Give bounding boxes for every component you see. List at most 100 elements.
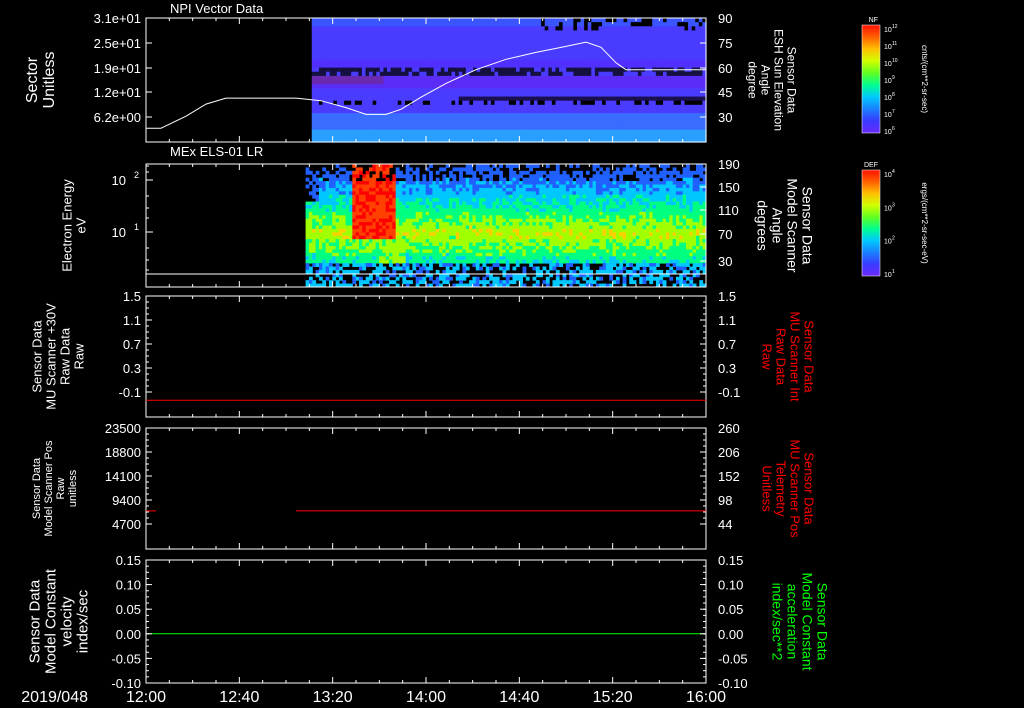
- heat-cell: [445, 263, 450, 267]
- heat-cell: [449, 232, 453, 237]
- heat-cell: [333, 30, 338, 36]
- heat-cell: [312, 177, 317, 182]
- heat-cell: [318, 34, 324, 40]
- heat-cell: [666, 92, 671, 98]
- heat-cell: [659, 108, 664, 114]
- heat-cell: [328, 198, 333, 203]
- heat-cell: [308, 242, 313, 247]
- heat-cell: [482, 215, 487, 220]
- heat-cell: [519, 38, 524, 44]
- heat-cell: [439, 191, 443, 196]
- heat-cell: [361, 67, 367, 73]
- heat-cell: [469, 252, 473, 257]
- heat-cell: [533, 125, 539, 131]
- heat-cell: [605, 71, 610, 77]
- heat-cell: [630, 88, 635, 93]
- heat-cell: [430, 30, 435, 36]
- heat-cell: [483, 26, 488, 31]
- heat-cell: [392, 249, 397, 254]
- heat-cell: [395, 232, 400, 237]
- heat-cell: [372, 198, 377, 203]
- heat-cell: [459, 194, 463, 199]
- heat-cell: [305, 167, 310, 172]
- heat-cell: [637, 80, 643, 85]
- heat-cell: [362, 218, 367, 223]
- heat-cell: [348, 181, 353, 185]
- heat-cell: [602, 125, 607, 131]
- heat-cell: [352, 263, 357, 267]
- heat-cell: [587, 51, 592, 56]
- heat-cell: [598, 59, 603, 65]
- heat-cell: [390, 42, 395, 48]
- heat-cell: [598, 84, 603, 89]
- heat-cell: [695, 42, 700, 48]
- heat-cell: [637, 113, 643, 118]
- heat-cell: [333, 51, 338, 56]
- heat-cell: [695, 34, 700, 40]
- heat-cell: [442, 235, 447, 240]
- heat-cell: [351, 51, 356, 56]
- heat-cell: [544, 55, 549, 60]
- heat-cell: [526, 100, 531, 106]
- heat-cell: [530, 108, 535, 114]
- heat-cell: [432, 198, 437, 203]
- heat-cell: [479, 187, 483, 192]
- heat-cell: [473, 34, 478, 40]
- heat-cell: [645, 100, 650, 106]
- heat-cell: [569, 100, 574, 106]
- heat-cell: [494, 51, 499, 56]
- heat-cell: [573, 96, 578, 102]
- heat-cell: [555, 104, 560, 110]
- heat-cell: [329, 133, 334, 139]
- heat-cell: [444, 104, 449, 110]
- heat-cell: [455, 100, 460, 106]
- heat-cell: [612, 129, 617, 135]
- heat-cell: [415, 201, 420, 206]
- heat-cell: [569, 18, 574, 23]
- heat-cell: [559, 104, 564, 110]
- heat-cell: [340, 108, 345, 114]
- heat-cell: [340, 67, 345, 73]
- heat-cell: [325, 266, 330, 271]
- heat-cell: [322, 228, 327, 233]
- heat-cell: [598, 22, 603, 27]
- heat-cell: [479, 167, 483, 172]
- heat-cell: [354, 80, 359, 85]
- heat-cell: [312, 252, 317, 257]
- heat-cell: [308, 181, 313, 185]
- heat-cell: [523, 46, 528, 52]
- heat-cell: [358, 113, 363, 118]
- heat-cell: [412, 242, 417, 247]
- heat-cell: [395, 256, 400, 261]
- heat-cell: [688, 18, 693, 23]
- heat-cell: [541, 129, 546, 135]
- heat-cell: [369, 34, 374, 40]
- heat-cell: [548, 117, 553, 122]
- heat-cell: [519, 133, 524, 139]
- heat-cell: [698, 59, 704, 65]
- heat-cell: [673, 26, 678, 31]
- heat-cell: [422, 187, 427, 192]
- heat-cell: [362, 256, 367, 261]
- heat-cell: [433, 34, 438, 40]
- heat-cell: [433, 75, 438, 81]
- heat-cell: [652, 113, 657, 118]
- heat-cell: [688, 125, 693, 131]
- heat-cell: [422, 113, 428, 118]
- heat-cell: [652, 26, 657, 31]
- heat-cell: [442, 187, 447, 192]
- heat-cell: [375, 170, 380, 175]
- heat-cell: [684, 42, 689, 48]
- heat-cell: [475, 181, 480, 185]
- heat-cell: [372, 92, 377, 98]
- heat-cell: [670, 92, 675, 98]
- heat-cell: [415, 125, 420, 131]
- heat-cell: [433, 63, 438, 69]
- heat-cell: [652, 75, 657, 81]
- heat-cell: [399, 232, 403, 237]
- heat-cell: [397, 121, 402, 127]
- heat-cell: [698, 117, 704, 122]
- heat-cell: [533, 84, 539, 89]
- heat-cell: [447, 46, 453, 52]
- heat-cell: [358, 208, 363, 213]
